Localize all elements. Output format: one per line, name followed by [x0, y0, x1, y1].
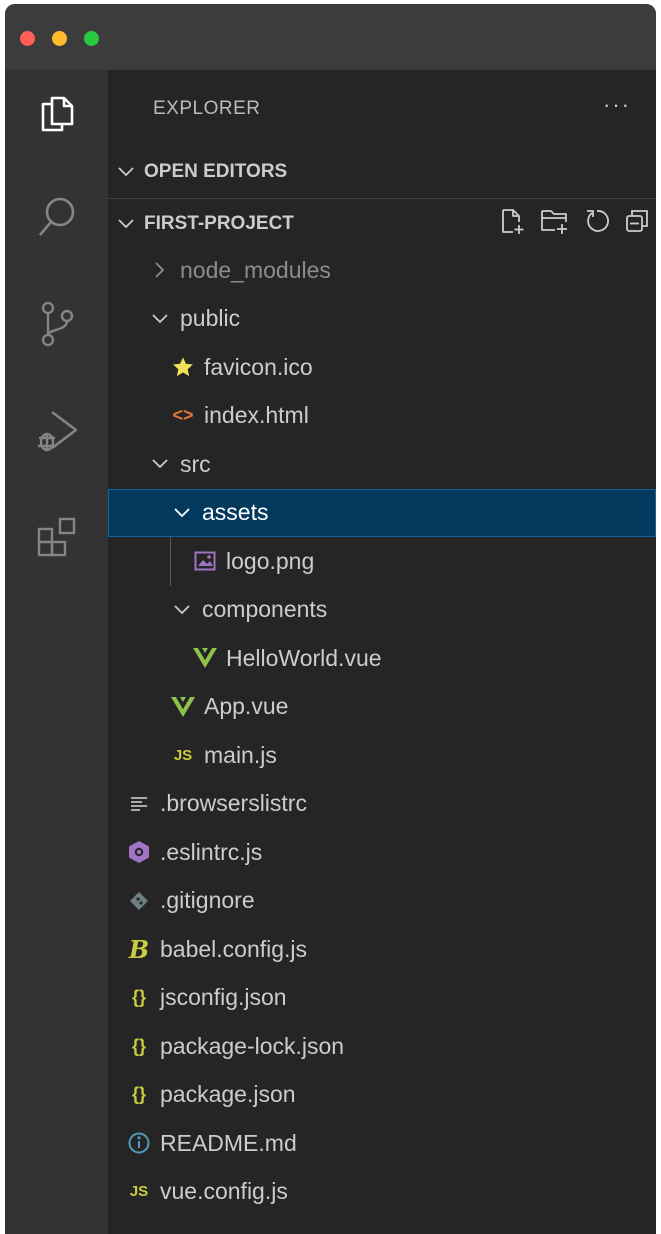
tree-item-label: .browserslistrc — [160, 790, 307, 816]
file-item[interactable]: JS vue.config.js — [108, 1168, 656, 1216]
tree-item-label: vue.config.js — [160, 1178, 288, 1204]
chevron-down-icon — [118, 219, 144, 229]
tree-item-label: jsconfig.json — [160, 984, 287, 1010]
source-control-icon[interactable] — [5, 282, 108, 366]
collapse-all-icon[interactable] — [624, 208, 650, 240]
file-item[interactable]: logo.png — [108, 537, 656, 585]
activity-bar — [5, 70, 108, 1234]
html-icon: <> — [172, 405, 194, 425]
vue-icon — [192, 648, 218, 668]
file-item[interactable]: favicon.ico — [108, 343, 656, 391]
project-section[interactable]: FIRST-PROJECT — [108, 202, 656, 246]
file-item[interactable]: Bbabel.config.js — [108, 925, 656, 973]
folder-item[interactable]: node_modules — [108, 246, 656, 294]
new-file-icon[interactable] — [500, 207, 526, 241]
tree-item-label: favicon.ico — [204, 353, 313, 380]
js-icon: JS — [129, 1183, 149, 1200]
star-icon — [170, 356, 196, 378]
file-item[interactable]: JS main.js — [108, 731, 656, 779]
json-icon: {} — [131, 1084, 146, 1104]
folder-item[interactable]: assets — [108, 488, 656, 537]
tree-item-label: logo.png — [226, 547, 315, 574]
tree-item-label: package-lock.json — [160, 1032, 345, 1059]
explorer-icon[interactable] — [5, 70, 108, 154]
explorer-title: EXPLORER — [153, 98, 261, 119]
json-icon: {} — [131, 987, 146, 1007]
file-item[interactable]: .browserslistrc — [108, 780, 656, 828]
file-item[interactable]: {} jsconfig.json — [108, 974, 656, 1022]
maximize-window-button[interactable] — [84, 31, 99, 46]
tree-item-label: App.vue — [204, 693, 289, 719]
search-icon[interactable] — [5, 175, 108, 259]
tree-item-label: .eslintrc.js — [160, 838, 263, 865]
run-debug-icon[interactable] — [5, 390, 108, 474]
file-item[interactable]: README.md — [108, 1119, 656, 1167]
eslint-icon — [126, 840, 152, 864]
file-item[interactable]: {} package.json — [108, 1071, 656, 1119]
chevron-down-icon — [148, 313, 172, 324]
tree-item-label: index.html — [204, 402, 309, 428]
tree-item-label: public — [180, 305, 241, 331]
indent-guide — [170, 537, 171, 586]
tree-item-label: package.json — [160, 1081, 296, 1107]
file-item[interactable]: App.vue — [108, 683, 656, 731]
file-item[interactable]: HelloWorld.vue — [108, 634, 656, 682]
new-folder-icon[interactable] — [540, 207, 570, 241]
folder-item[interactable]: public — [108, 295, 656, 343]
tree-item-label: components — [202, 596, 328, 622]
title-bar — [5, 4, 656, 70]
refresh-icon[interactable] — [584, 208, 610, 240]
tree-item-label: README.md — [160, 1129, 297, 1156]
project-name: FIRST-PROJECT — [144, 213, 294, 234]
close-window-button[interactable] — [20, 31, 35, 46]
extensions-icon[interactable] — [5, 495, 108, 579]
file-item[interactable]: .gitignore — [108, 877, 656, 925]
vscode-window: EXPLORER ··· OPEN EDITORS FIRST-PROJECT — [5, 4, 656, 1234]
chevron-down-icon — [170, 604, 194, 615]
open-editors-section[interactable]: OPEN EDITORS — [108, 150, 656, 194]
git-icon — [126, 891, 152, 911]
info-icon — [126, 1132, 152, 1154]
tree-item-label: .gitignore — [160, 887, 255, 913]
tree-item-label: assets — [202, 499, 269, 525]
folder-item[interactable]: src — [108, 440, 656, 488]
more-actions-icon[interactable]: ··· — [603, 92, 631, 118]
minimize-window-button[interactable] — [52, 31, 67, 46]
folder-item[interactable]: components — [108, 586, 656, 634]
tree-item-label: main.js — [204, 741, 277, 768]
chevron-down-icon — [148, 459, 172, 469]
explorer-sidebar: EXPLORER ··· OPEN EDITORS FIRST-PROJECT — [108, 70, 656, 1234]
tree-item-label: HelloWorld.vue — [226, 644, 382, 671]
tree-item-label: babel.config.js — [160, 935, 308, 962]
lines-icon — [126, 796, 152, 812]
file-item[interactable]: .eslintrc.js — [108, 828, 656, 876]
js-icon: JS — [173, 746, 193, 764]
image-icon — [192, 551, 218, 571]
open-editors-label: OPEN EDITORS — [144, 161, 288, 182]
json-icon: {} — [131, 1035, 146, 1056]
chevron-down-icon — [170, 507, 194, 518]
section-divider — [108, 198, 656, 199]
chevron-right-icon — [148, 262, 172, 278]
file-item[interactable]: <> index.html — [108, 392, 656, 440]
babel-icon: B — [128, 934, 150, 964]
chevron-down-icon — [118, 167, 144, 177]
tree-item-label: src — [180, 450, 211, 477]
file-item[interactable]: {} package-lock.json — [108, 1022, 656, 1070]
project-actions — [500, 202, 650, 246]
vue-icon — [170, 696, 196, 717]
tree-item-label: node_modules — [180, 256, 331, 283]
